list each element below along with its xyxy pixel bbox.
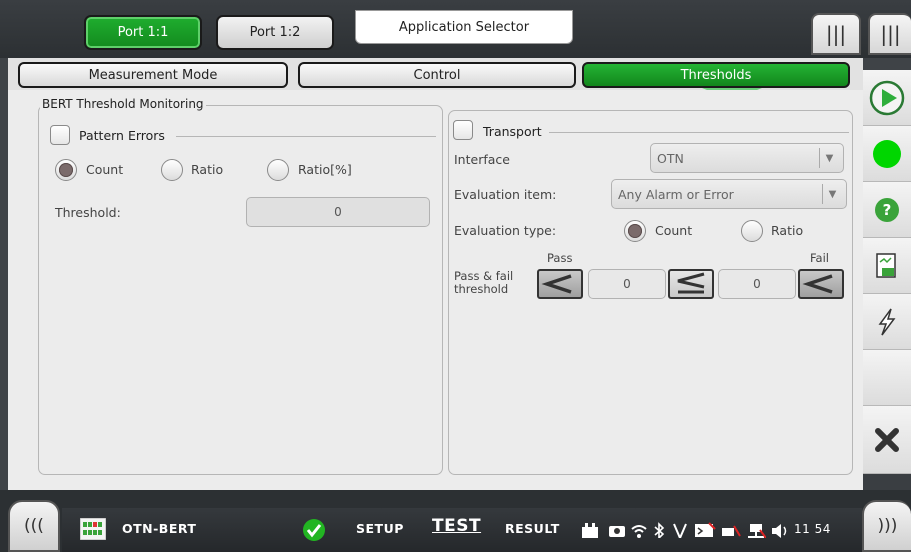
less-equal-icon <box>677 272 705 294</box>
evaluation-item-value: Any Alarm or Error <box>618 186 734 202</box>
svg-text:?: ? <box>883 201 892 219</box>
pass-threshold-field[interactable]: 0 <box>588 269 666 299</box>
otn-bert-app-icon <box>80 518 106 540</box>
usb-icon <box>722 525 741 537</box>
pattern-count-radio[interactable] <box>55 159 77 181</box>
sub-tab-bar: Measurement Mode Control Thresholds <box>8 58 863 90</box>
chevron-down-icon: ▼ <box>819 148 839 168</box>
pattern-errors-divider <box>176 136 436 137</box>
top-bar: Port 1:1 Port 1:2 Application Selector |… <box>0 0 911 58</box>
interface-value: OTN <box>657 150 684 166</box>
pattern-ratio-radio[interactable] <box>161 159 183 181</box>
bottom-bar: ((( OTN-BERT SETUP TEST RESULT 11 54 ))) <box>0 490 911 552</box>
lightning-icon <box>878 308 896 335</box>
transport-checkbox[interactable] <box>453 120 473 140</box>
threshold-field[interactable]: 0 <box>246 197 430 227</box>
threshold-label: Threshold: <box>55 205 121 220</box>
chevron-down-icon: ▼ <box>822 184 842 204</box>
fail-less-than-button[interactable] <box>798 269 844 299</box>
tab-thresholds[interactable]: Thresholds <box>582 62 850 88</box>
pass-less-than-button[interactable] <box>537 269 583 299</box>
network-icon <box>748 524 766 538</box>
bluetooth-icon <box>654 522 665 538</box>
fail-label: Fail <box>810 251 829 265</box>
test-button[interactable]: TEST <box>432 516 481 536</box>
transport-label: Transport <box>483 124 542 139</box>
help-icon: ? <box>875 197 899 222</box>
start-button[interactable] <box>863 70 911 126</box>
pass-fail-label-line2: threshold <box>454 282 509 296</box>
result-button[interactable]: RESULT <box>505 521 560 536</box>
evaluation-item-label: Evaluation item: <box>454 187 557 202</box>
help-button[interactable]: ? <box>863 182 911 238</box>
status-led <box>863 126 911 182</box>
right-sidebar: ? <box>863 70 911 490</box>
pass-fail-threshold-label: Pass & fail threshold <box>454 270 513 296</box>
pattern-errors-checkbox[interactable] <box>50 125 70 145</box>
clock-time: 11 54 <box>794 522 831 536</box>
nav-left-button[interactable]: ((( <box>8 500 60 552</box>
tab-port-1-2[interactable]: Port 1:2 <box>216 15 334 50</box>
application-selector[interactable]: Application Selector <box>355 10 573 44</box>
sidebar-empty-slot <box>863 350 911 406</box>
check-ok-icon <box>303 519 325 541</box>
v-icon <box>673 523 687 538</box>
less-than-icon <box>802 274 833 294</box>
pattern-ratio-label: Ratio <box>191 162 224 177</box>
setup-button[interactable]: SETUP <box>356 521 404 536</box>
eval-type-ratio-radio[interactable] <box>741 220 763 242</box>
event-button[interactable] <box>863 294 911 350</box>
pass-label: Pass <box>547 251 573 265</box>
pattern-ratio-percent-label: Ratio[%] <box>298 162 352 177</box>
less-than-icon <box>541 274 572 294</box>
play-icon <box>869 80 905 115</box>
eval-type-ratio-label: Ratio <box>771 223 804 238</box>
report-button[interactable] <box>863 238 911 294</box>
fail-threshold-field[interactable]: 0 <box>718 269 796 299</box>
status-led-icon <box>873 139 901 168</box>
evaluation-item-dropdown[interactable]: Any Alarm or Error ▼ <box>611 179 847 209</box>
menu-lines-icon: ||| <box>825 22 847 46</box>
menu-button-left[interactable]: ||| <box>811 13 861 55</box>
wifi-icon <box>631 525 647 538</box>
close-button[interactable] <box>863 406 911 474</box>
transport-divider <box>549 132 849 133</box>
pattern-count-label: Count <box>86 162 124 177</box>
evaluation-type-label: Evaluation type: <box>454 223 557 238</box>
pattern-ratio-percent-radio[interactable] <box>267 159 289 181</box>
app-name: OTN-BERT <box>122 521 197 536</box>
speaker-icon <box>772 524 787 538</box>
power-plug-icon <box>582 523 598 538</box>
menu-button-right[interactable]: ||| <box>868 13 911 55</box>
tab-control[interactable]: Control <box>298 62 576 88</box>
main-content: BERT Threshold Monitoring Pattern Errors… <box>8 90 863 490</box>
menu-lines-icon: ||| <box>880 22 901 46</box>
bottom-status-area: OTN-BERT SETUP TEST RESULT 11 54 <box>62 508 862 552</box>
close-icon <box>875 427 899 452</box>
interface-dropdown[interactable]: OTN ▼ <box>650 143 844 173</box>
chevrons-left-icon: ((( <box>24 516 44 536</box>
camera-icon <box>609 526 625 537</box>
pattern-errors-label: Pattern Errors <box>79 128 165 143</box>
bert-threshold-legend: BERT Threshold Monitoring <box>40 97 206 111</box>
eval-type-count-label: Count <box>655 223 693 238</box>
bert-threshold-group <box>38 105 443 475</box>
tab-port-1-1[interactable]: Port 1:1 <box>84 15 202 50</box>
nav-right-button[interactable]: ))) <box>862 500 911 552</box>
tab-measurement-mode[interactable]: Measurement Mode <box>18 62 288 88</box>
report-icon <box>876 252 896 278</box>
interface-label: Interface <box>454 152 510 167</box>
eval-type-count-radio[interactable] <box>624 220 646 242</box>
less-equal-button[interactable] <box>668 269 714 299</box>
chevrons-right-icon: ))) <box>877 516 898 536</box>
remote-display-icon <box>695 522 716 537</box>
